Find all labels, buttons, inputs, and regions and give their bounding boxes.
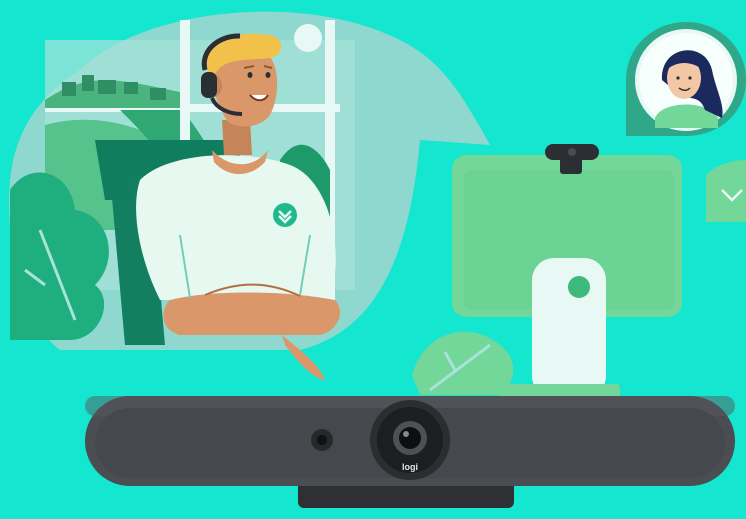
illustration-canvas: logi	[9, 11, 746, 508]
chevron-down-icon	[706, 160, 746, 222]
sun-icon	[294, 24, 322, 52]
plant-center	[412, 331, 514, 395]
chevron-down-badge-icon	[273, 203, 297, 227]
user-avatar-icon	[626, 22, 746, 136]
headset-icon	[201, 72, 217, 98]
brand-logo: logi	[402, 462, 418, 472]
video-bar-device: logi	[85, 396, 735, 508]
hero-illustration: logi	[0, 0, 746, 519]
